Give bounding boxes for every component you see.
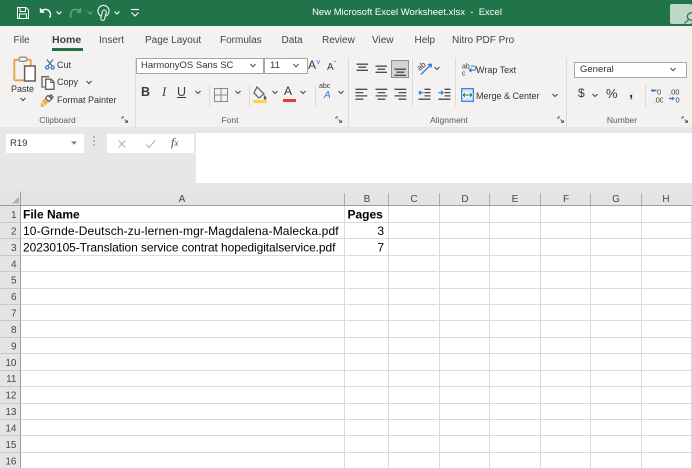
svg-text:C: C xyxy=(410,194,417,205)
svg-text:Pages: Pages xyxy=(348,208,384,222)
svg-text:D: D xyxy=(461,194,468,205)
svg-text:14: 14 xyxy=(5,424,17,435)
svg-text:10: 10 xyxy=(5,358,17,369)
svg-text:1: 1 xyxy=(11,210,17,221)
svg-text:7: 7 xyxy=(11,309,17,320)
svg-text:8: 8 xyxy=(11,325,17,336)
svg-text:H: H xyxy=(662,194,669,205)
svg-text:c: c xyxy=(462,71,466,77)
svg-text:A: A xyxy=(179,194,186,205)
svg-text:11: 11 xyxy=(6,374,17,385)
svg-text:B: B xyxy=(364,194,371,205)
svg-text:E: E xyxy=(512,194,519,205)
svg-text:ab: ab xyxy=(462,64,470,71)
svg-text:File Name: File Name xyxy=(23,208,80,222)
svg-text:15: 15 xyxy=(5,440,17,451)
svg-text:F: F xyxy=(563,194,569,205)
svg-text:20230105-Translation service c: 20230105-Translation service contrat hop… xyxy=(23,241,336,255)
svg-text:13: 13 xyxy=(5,407,17,418)
svg-text:ab: ab xyxy=(417,61,428,73)
svg-text:.00: .00 xyxy=(653,95,663,104)
svg-text:12: 12 xyxy=(5,391,17,402)
svg-text:3: 3 xyxy=(377,224,384,238)
svg-text:G: G xyxy=(612,194,620,205)
svg-text:4: 4 xyxy=(11,259,17,270)
svg-text:2: 2 xyxy=(11,226,17,237)
svg-text:10-Grnde-Deutsch-zu-lernen-mgr: 10-Grnde-Deutsch-zu-lernen-mgr-Magdalena… xyxy=(23,224,339,238)
svg-text:9: 9 xyxy=(11,341,17,352)
svg-text:0: 0 xyxy=(675,95,679,104)
svg-text:5: 5 xyxy=(11,276,17,287)
svg-text:3: 3 xyxy=(11,243,17,254)
svg-text:6: 6 xyxy=(11,292,17,303)
svg-text:16: 16 xyxy=(5,456,17,467)
svg-text:7: 7 xyxy=(377,241,384,255)
